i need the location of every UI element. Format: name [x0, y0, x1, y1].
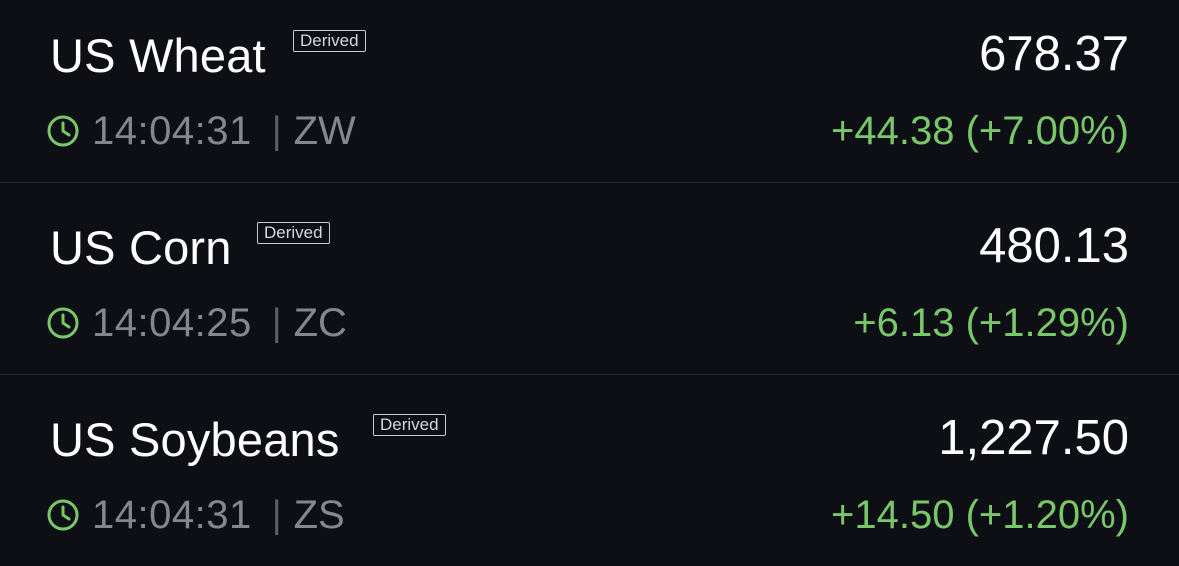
quote-meta: 14:04:25 | ZC [46, 298, 347, 348]
quote-list: US Wheat Derived 678.37 14:04:31 | ZW +4… [0, 0, 1179, 557]
quote-row-us-soybeans[interactable]: US Soybeans Derived 1,227.50 14:04:31 | … [0, 384, 1179, 566]
separator: | [271, 493, 282, 536]
ticker-symbol: ZW [293, 108, 356, 153]
separator: | [271, 109, 282, 152]
ticker-symbol: ZS [293, 492, 345, 537]
quote-row-us-corn[interactable]: US Corn Derived 480.13 14:04:25 | ZC +6.… [0, 192, 1179, 374]
quote-time: 14:04:31 [92, 108, 252, 153]
row-divider [0, 182, 1179, 183]
quote-meta: 14:04:31 | ZS [46, 490, 345, 540]
clock-icon [47, 307, 79, 339]
last-price: 1,227.50 [938, 411, 1129, 465]
instrument-name: US Corn [50, 221, 232, 274]
price-change: +14.50 (+1.20%) [831, 493, 1129, 537]
clock-icon [47, 115, 79, 147]
derived-badge: Derived [373, 414, 446, 436]
instrument-name: US Soybeans [50, 413, 340, 466]
separator: | [271, 301, 282, 344]
derived-badge: Derived [257, 222, 330, 244]
quote-meta: 14:04:31 | ZW [46, 106, 356, 156]
quote-row-us-wheat[interactable]: US Wheat Derived 678.37 14:04:31 | ZW +4… [0, 0, 1179, 182]
instrument-name: US Wheat [50, 29, 266, 82]
quote-time: 14:04:25 [92, 300, 252, 345]
derived-badge: Derived [293, 30, 366, 52]
last-price: 480.13 [979, 219, 1129, 273]
row-divider [0, 374, 1179, 375]
ticker-symbol: ZC [293, 300, 347, 345]
price-change: +44.38 (+7.00%) [831, 109, 1129, 153]
quote-time: 14:04:31 [92, 492, 252, 537]
last-price: 678.37 [979, 27, 1129, 81]
clock-icon [47, 499, 79, 531]
price-change: +6.13 (+1.29%) [853, 301, 1129, 345]
